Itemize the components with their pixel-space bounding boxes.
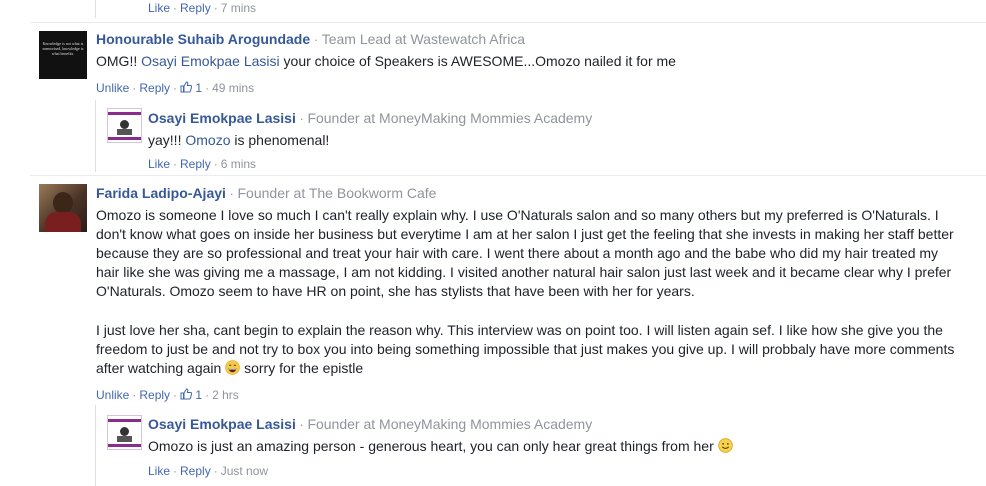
mention-link[interactable]: Osayi Emokpae Lasisi xyxy=(141,53,280,69)
timestamp[interactable]: 6 mins xyxy=(221,157,256,171)
reply-text: yay!!! Omozo is phenomenal! xyxy=(148,132,330,148)
author-title: Team Lead at Wastewatch Africa xyxy=(321,31,526,47)
comment-header: Honourable Suhaib Arogundade · Team Lead… xyxy=(96,31,526,47)
divider xyxy=(30,22,986,23)
reply-link[interactable]: Reply xyxy=(139,81,170,95)
like-link[interactable]: Like xyxy=(148,157,170,171)
reply-link[interactable]: Reply xyxy=(139,388,170,402)
reply-header: Osayi Emokpae Lasisi · Founder at MoneyM… xyxy=(148,110,593,126)
comment-text-paragraph: I just love her sha, cant begin to expla… xyxy=(96,322,955,376)
thumbs-up-icon[interactable] xyxy=(180,388,193,400)
reply-link[interactable]: Reply xyxy=(180,1,211,15)
comment-actions: Like · Reply · 7 mins xyxy=(148,1,257,15)
thread-line xyxy=(95,405,96,486)
author-title: Founder at The Bookworm Cafe xyxy=(237,185,437,201)
reply-actions: Like · Reply · Just now xyxy=(148,464,269,478)
author-name[interactable]: Osayi Emokpae Lasisi xyxy=(148,416,296,432)
thread-line xyxy=(95,100,96,172)
unlike-link[interactable]: Unlike xyxy=(96,81,129,95)
reply-link[interactable]: Reply xyxy=(180,157,211,171)
comment-text: Omozo is someone I love so much I can't … xyxy=(96,207,954,299)
reply-actions: Like · Reply · 6 mins xyxy=(148,157,257,171)
comment-header: Farida Ladipo-Ajayi · Founder at The Boo… xyxy=(96,185,437,201)
mention-link[interactable]: Omozo xyxy=(185,132,230,148)
timestamp[interactable]: Just now xyxy=(221,464,268,478)
author-name[interactable]: Honourable Suhaib Arogundade xyxy=(96,31,310,47)
comment-actions: Unlike · Reply · 1 · 49 mins xyxy=(96,81,255,95)
comment-actions: Unlike · Reply · 1 · 2 hrs xyxy=(96,388,239,402)
avatar[interactable] xyxy=(39,184,87,232)
comment-text: OMG!! Osayi Emokpae Lasisi your choice o… xyxy=(96,53,676,69)
timestamp[interactable]: 2 hrs xyxy=(212,388,239,402)
timestamp[interactable]: 49 mins xyxy=(212,81,254,95)
author-name[interactable]: Osayi Emokpae Lasisi xyxy=(148,110,296,126)
reply-avatar[interactable] xyxy=(107,415,142,450)
like-link[interactable]: Like xyxy=(148,464,170,478)
avatar-quote: Knowledge is not what is memorised, know… xyxy=(42,41,84,56)
author-name[interactable]: Farida Ladipo-Ajayi xyxy=(96,185,226,201)
reply-link[interactable]: Reply xyxy=(180,464,211,478)
reply-avatar[interactable] xyxy=(107,108,142,143)
grinning-emoji-icon xyxy=(225,360,241,375)
thread-line xyxy=(95,0,96,18)
smile-emoji-icon xyxy=(717,438,733,453)
thumbs-up-icon[interactable] xyxy=(180,81,193,93)
unlike-link[interactable]: Unlike xyxy=(96,388,129,402)
divider xyxy=(30,175,986,176)
author-title: Founder at MoneyMaking Mommies Academy xyxy=(307,110,593,126)
reply-header: Osayi Emokpae Lasisi · Founder at MoneyM… xyxy=(148,416,593,432)
like-link[interactable]: Like xyxy=(148,1,170,15)
timestamp[interactable]: 7 mins xyxy=(221,1,256,15)
avatar[interactable]: Knowledge is not what is memorised, know… xyxy=(39,31,87,79)
author-title: Founder at MoneyMaking Mommies Academy xyxy=(307,416,593,432)
reply-text: Omozo is just an amazing person - genero… xyxy=(148,437,968,456)
